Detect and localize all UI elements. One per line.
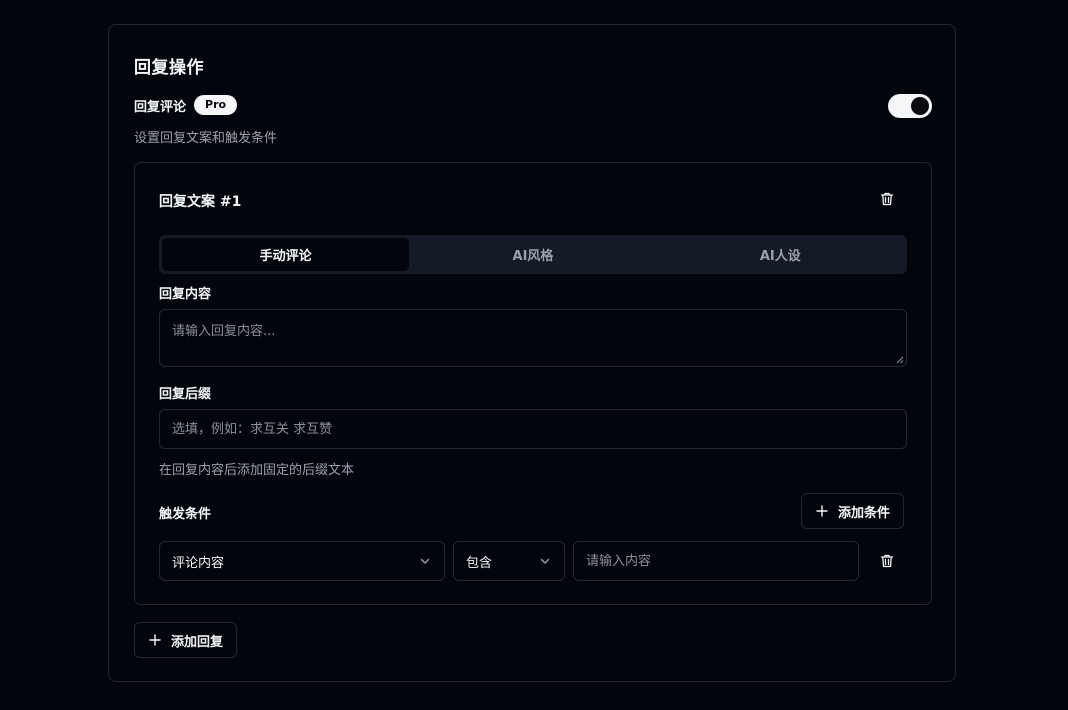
chevron-down-icon	[420, 558, 430, 564]
reply-comment-toggle[interactable]	[888, 94, 932, 118]
add-condition-button[interactable]: 添加条件	[801, 493, 905, 529]
condition-operator-value: 包含	[466, 555, 493, 571]
reply-mode-tabs: 手动评论 AI风格 AI人设	[159, 235, 907, 274]
add-reply-label: 添加回复	[171, 634, 224, 650]
trigger-label: 触发条件	[159, 507, 212, 522]
condition-value-input[interactable]	[573, 541, 859, 581]
reply-action-card: 回复操作 回复评论 Pro 设置回复文案和触发条件 回复文案 #1 手动评论 A…	[108, 24, 956, 682]
delete-reply-button[interactable]	[873, 185, 901, 213]
plus-icon	[816, 505, 828, 517]
toggle-knob	[911, 97, 929, 115]
tab-ai-persona[interactable]: AI人设	[657, 238, 904, 271]
add-condition-label: 添加条件	[838, 505, 891, 521]
feature-label: 回复评论	[134, 99, 187, 115]
tab-manual-comment[interactable]: 手动评论	[162, 238, 410, 271]
pro-badge: Pro	[194, 95, 238, 115]
resize-grip-icon[interactable]	[896, 356, 904, 364]
reply-suffix-input[interactable]	[159, 409, 907, 449]
add-reply-button[interactable]: 添加回复	[134, 622, 238, 658]
condition-field-select[interactable]: 评论内容	[159, 541, 445, 581]
content-label: 回复内容	[159, 287, 212, 302]
chevron-down-icon	[540, 558, 550, 564]
condition-field-value: 评论内容	[172, 555, 225, 571]
plus-icon	[149, 634, 161, 646]
reply-text-box: 回复文案 #1 手动评论 AI风格 AI人设 回复内容 回复后缀 在回复内容后添…	[134, 162, 932, 605]
reply-title: 回复文案 #1	[159, 194, 242, 210]
feature-description: 设置回复文案和触发条件	[134, 131, 278, 146]
condition-operator-select[interactable]: 包含	[453, 541, 565, 581]
reply-content-input[interactable]	[159, 309, 907, 367]
tab-ai-style[interactable]: AI风格	[409, 238, 656, 271]
trash-icon	[880, 554, 894, 568]
suffix-label: 回复后缀	[159, 387, 212, 402]
suffix-hint: 在回复内容后添加固定的后缀文本	[159, 463, 355, 478]
section-title: 回复操作	[134, 58, 204, 78]
delete-condition-button[interactable]	[873, 547, 901, 575]
trash-icon	[880, 192, 894, 206]
feature-row: 回复评论 Pro	[134, 95, 238, 115]
